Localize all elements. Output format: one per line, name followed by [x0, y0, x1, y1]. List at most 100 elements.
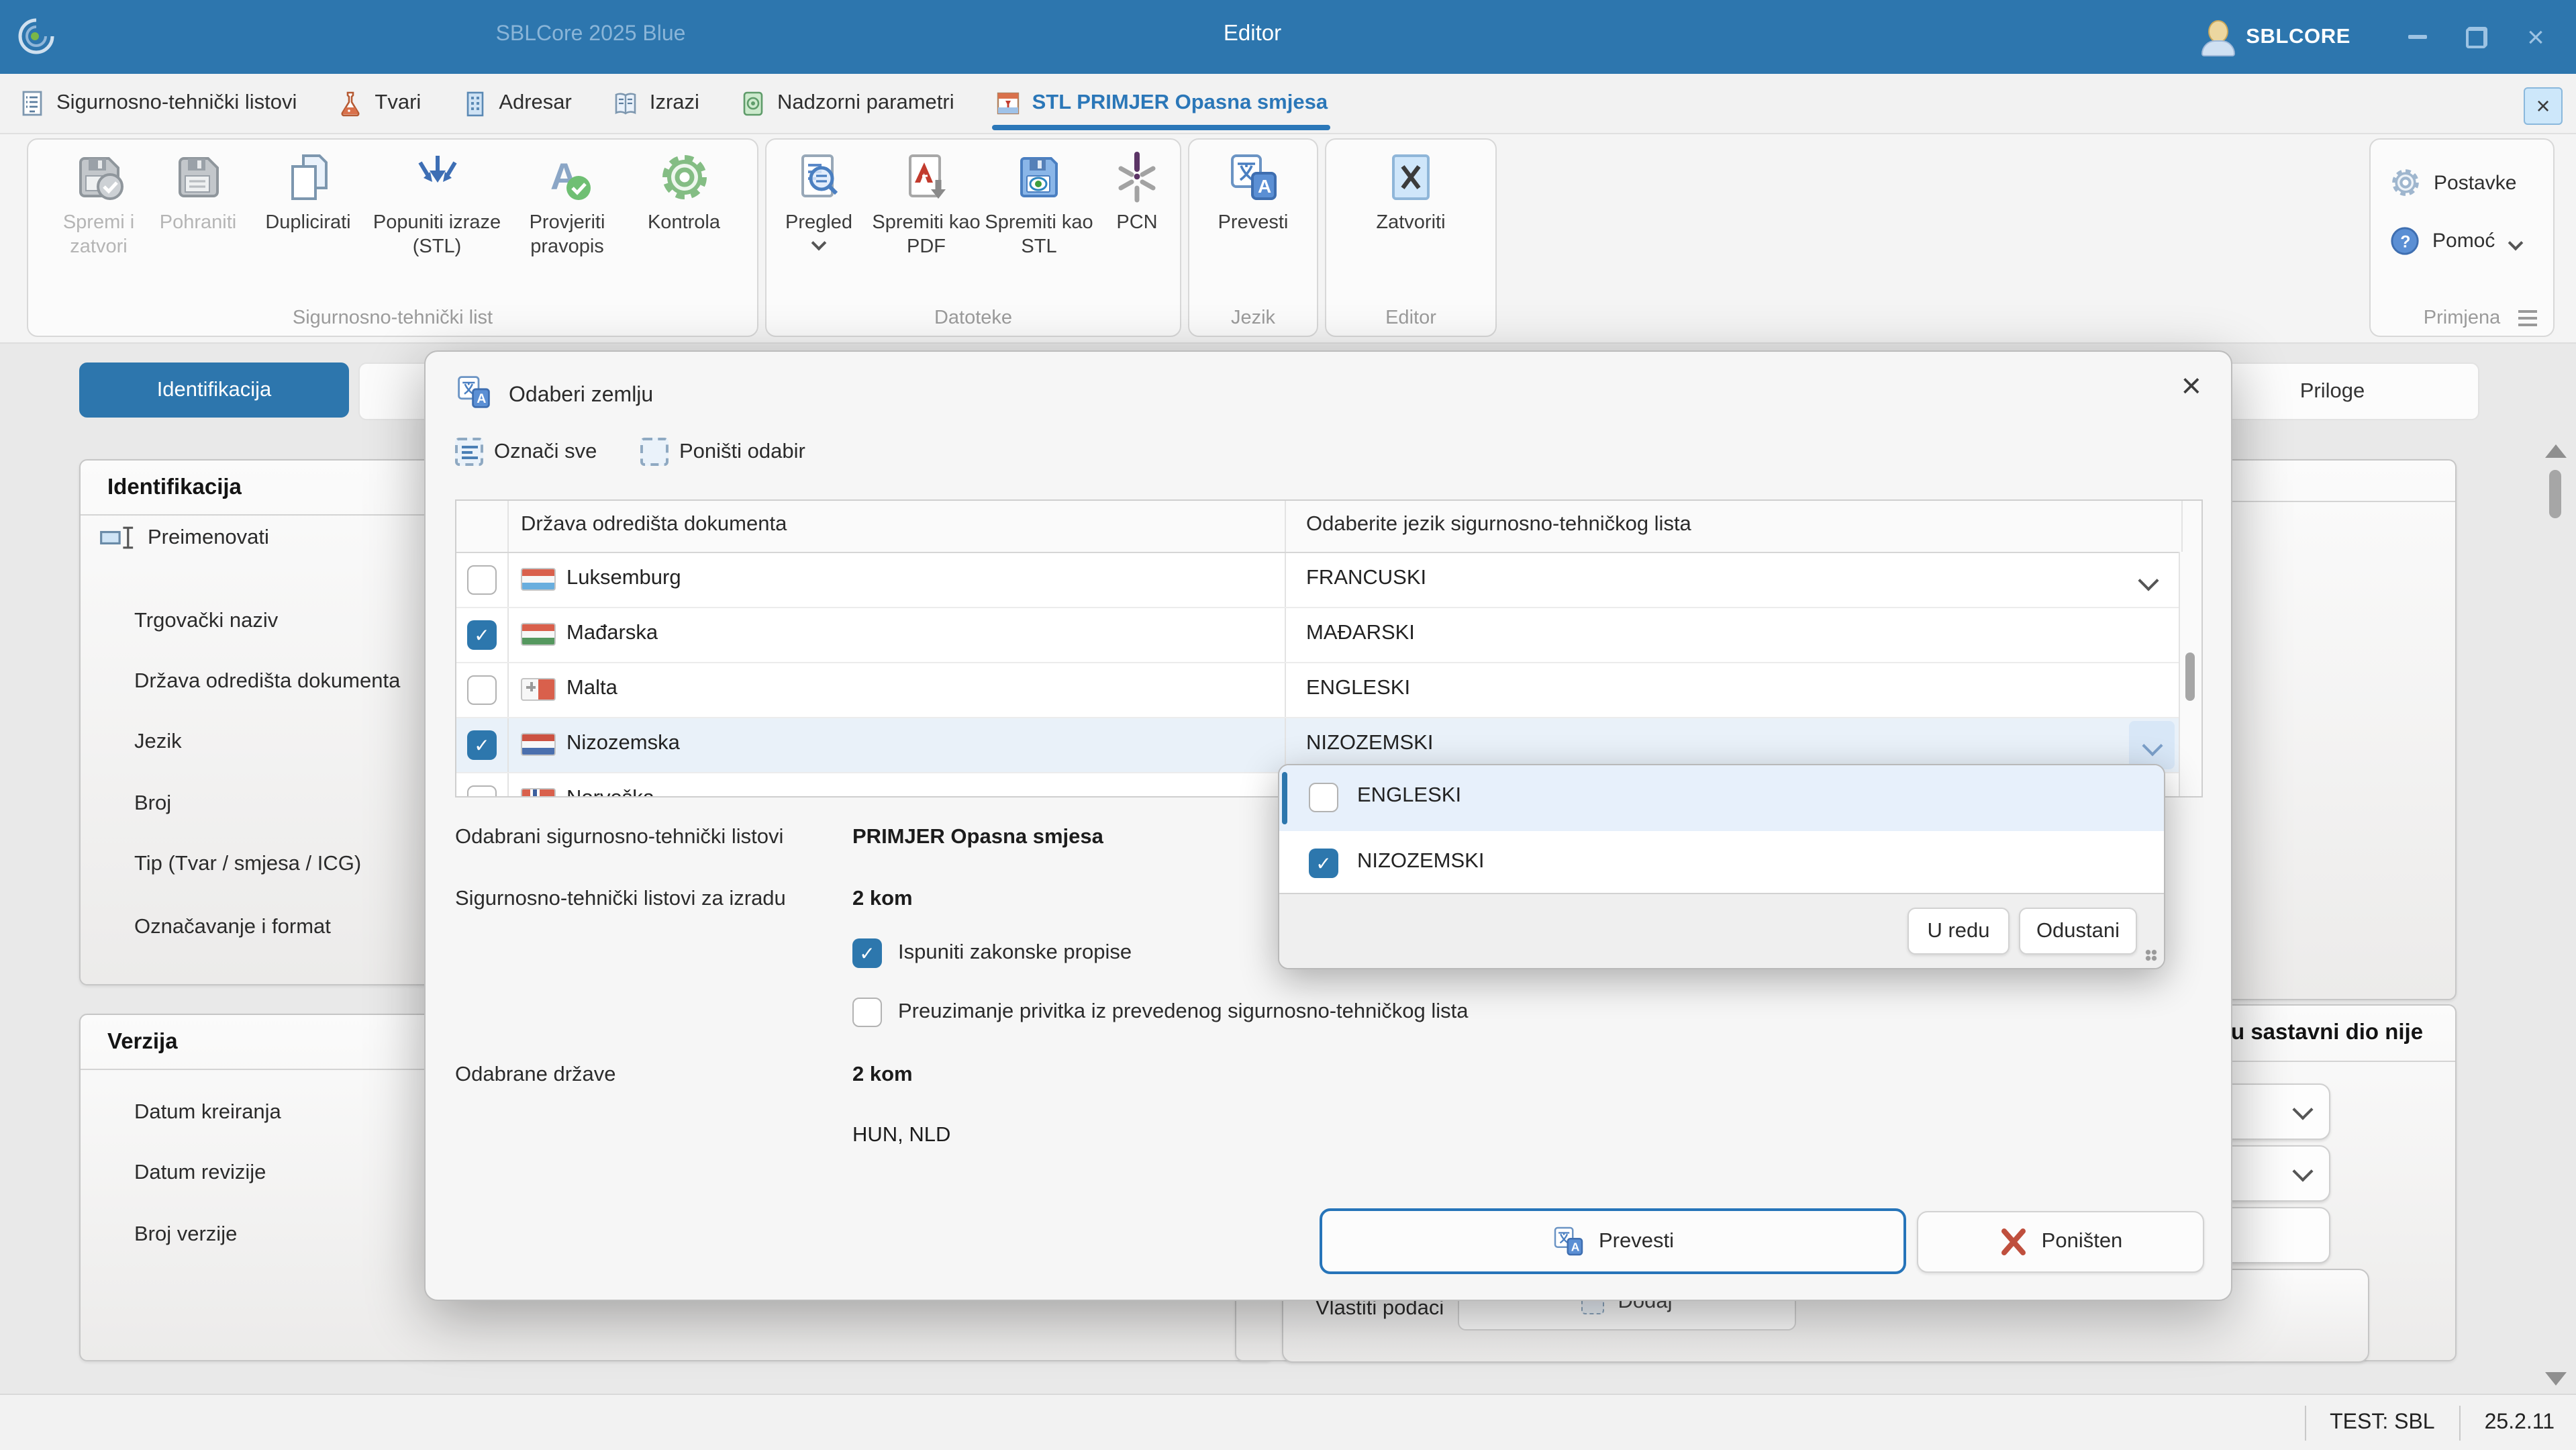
tab-label: STL PRIMJER Opasna smjesa — [1032, 91, 1328, 115]
tab-sigurnosno-tehnicki-listovi[interactable]: Sigurnosno-tehnički listovi — [19, 73, 297, 134]
control-button[interactable]: Kontrola — [632, 149, 736, 260]
save-as-pdf-button[interactable]: Spremiti kao PDF — [871, 149, 981, 260]
close-tab-button[interactable]: × — [2524, 87, 2563, 125]
tab-label: Adresar — [499, 91, 572, 115]
field-label: Jezik — [134, 730, 182, 755]
flag-malta-icon — [521, 678, 556, 701]
chevron-down-icon — [2292, 1161, 2313, 1181]
fulfill-legal-checkbox-row[interactable]: ✓ Ispuniti zakonske propise — [852, 938, 1132, 968]
option-checkbox[interactable] — [1309, 783, 1338, 812]
scroll-up-arrow[interactable] — [2545, 444, 2567, 458]
field-label: Datum revizije — [134, 1161, 266, 1186]
row-checkbox[interactable]: ✓ — [467, 730, 497, 760]
table-row[interactable]: ✓ Mađarska MAĐARSKI — [456, 608, 2201, 663]
ribbon-group-label: Sigurnosno-tehnički list — [28, 307, 757, 329]
close-window-button[interactable]: × — [2506, 0, 2565, 74]
field-label: Broj verzije — [134, 1223, 237, 1247]
clear-selection-icon — [640, 438, 668, 466]
download-attachment-checkbox-row[interactable]: Preuzimanje privitka iz prevedenog sigur… — [852, 998, 1469, 1027]
translate-button[interactable]: A Prevesti — [1197, 149, 1309, 235]
info-value: 2 kom — [852, 887, 913, 912]
menu-icon[interactable] — [2518, 317, 2537, 320]
row-checkbox[interactable] — [467, 675, 497, 705]
app-title: SBLCore 2025 Blue — [456, 23, 725, 47]
clear-selection-button[interactable]: Poništi odabir — [640, 438, 805, 466]
chevron-down-icon — [2141, 734, 2162, 755]
info-value: 2 kom — [852, 1063, 913, 1088]
flag-hungary-icon — [521, 623, 556, 646]
save-and-close-button: Spremi i zatvori — [49, 149, 148, 260]
resize-grip[interactable] — [2145, 949, 2157, 961]
info-label: Odabrani sigurnosno-tehnički listovi — [455, 826, 783, 850]
environment-label: TEST: SBL — [2330, 1410, 2435, 1435]
save-as-stl-button[interactable]: Spremiti kao STL — [984, 149, 1094, 260]
restore-icon — [2466, 26, 2487, 48]
stl-floppy-icon — [1012, 149, 1066, 205]
minimize-button[interactable] — [2388, 0, 2447, 74]
flag-luxembourg-icon — [521, 568, 556, 591]
scrollbar-thumb[interactable] — [2549, 470, 2561, 518]
translate-icon: A — [455, 373, 493, 411]
panel-header-fragment: u sastavni dio nije — [2231, 1020, 2423, 1046]
country-codes-value: HUN, NLD — [852, 1124, 950, 1148]
save-close-icon — [72, 149, 126, 205]
flask-icon — [337, 90, 364, 117]
restore-button[interactable] — [2447, 0, 2506, 74]
chevron-down-icon[interactable] — [2138, 570, 2159, 591]
duplicate-button[interactable]: Duplicirati — [248, 149, 368, 260]
fill-terms-button[interactable]: Popuniti izraze (STL) — [371, 149, 503, 260]
save-icon — [171, 149, 225, 205]
checkbox-unchecked[interactable] — [852, 998, 882, 1027]
dialog-close-button[interactable]: × — [2181, 365, 2201, 407]
field-label: Broj — [134, 792, 171, 816]
table-scrollbar-thumb[interactable] — [2185, 652, 2195, 701]
svg-text:A: A — [477, 391, 486, 406]
select-all-button[interactable]: Označi sve — [455, 438, 597, 466]
pcn-button[interactable]: PCN — [1097, 149, 1177, 260]
chevron-down-icon — [2292, 1099, 2313, 1120]
option-checkbox[interactable]: ✓ — [1309, 849, 1338, 878]
module-tab-bar: Sigurnosno-tehnički listovi Tvari Adresa… — [0, 74, 2576, 134]
ok-button[interactable]: U redu — [1908, 908, 2010, 955]
table-row[interactable]: Malta ENGLESKI — [456, 663, 2201, 718]
row-checkbox[interactable]: ✓ — [467, 620, 497, 650]
status-divider — [2459, 1405, 2461, 1440]
close-editor-button[interactable]: Zatvoriti — [1354, 149, 1467, 235]
cancel-dropdown-button[interactable]: Odustani — [2019, 908, 2137, 955]
translate-confirm-button[interactable]: A Prevesti — [1320, 1208, 1906, 1274]
ribbon-group-label: Jezik — [1189, 307, 1317, 329]
spellcheck-button[interactable]: A Provjeriti pravopis — [505, 149, 629, 260]
tab-adresar[interactable]: Adresar — [461, 73, 572, 134]
row-checkbox[interactable] — [467, 565, 497, 595]
rename-button[interactable]: Preimenovati — [99, 525, 269, 550]
green-gear-icon — [657, 149, 711, 205]
cancel-button[interactable]: Poništen — [1917, 1211, 2204, 1273]
account-label: SBLCORE — [2246, 25, 2350, 49]
flag-netherlands-icon — [521, 733, 556, 756]
tab-tvari[interactable]: Tvari — [337, 73, 421, 134]
svg-text:?: ? — [2400, 233, 2410, 252]
tab-izrazi[interactable]: Izrazi — [612, 73, 699, 134]
settings-button[interactable]: Postavke — [2389, 166, 2516, 199]
scroll-down-arrow[interactable] — [2545, 1372, 2567, 1386]
section-tab-identifikacija[interactable]: Identifikacija — [79, 362, 349, 418]
info-value: PRIMJER Opasna smjesa — [852, 826, 1103, 850]
field-label: Datum kreiranja — [134, 1101, 281, 1125]
app-window: SBLCore 2025 Blue Editor SBLCORE × Sigur… — [0, 0, 2576, 1450]
chevron-down-icon — [2508, 235, 2523, 250]
table-row[interactable]: Luksemburg FRANCUSKI — [456, 553, 2201, 608]
tab-label: Tvari — [375, 91, 421, 115]
close-document-icon — [1384, 149, 1438, 205]
ribbon-group-datoteke: Pregled Spremiti kao PDF — [765, 138, 1181, 337]
dropdown-option[interactable]: ENGLESKI — [1279, 765, 2164, 831]
open-language-dropdown-button[interactable] — [2129, 721, 2175, 769]
preview-button[interactable]: Pregled — [769, 149, 869, 260]
table-scrollbar[interactable] — [2179, 552, 2201, 796]
country-table: Država odredišta dokumenta Odaberite jez… — [455, 499, 2203, 798]
checkbox-checked[interactable]: ✓ — [852, 938, 882, 968]
dropdown-option[interactable]: ✓ NIZOZEMSKI — [1279, 831, 2164, 897]
tab-nadzorni-parametri[interactable]: Nadzorni parametri — [740, 73, 954, 134]
tab-stl-primjer-opasna-smjesa[interactable]: STL PRIMJER Opasna smjesa — [995, 73, 1328, 134]
help-button[interactable]: ? Pomoć — [2389, 226, 2520, 256]
row-checkbox[interactable] — [467, 785, 497, 798]
